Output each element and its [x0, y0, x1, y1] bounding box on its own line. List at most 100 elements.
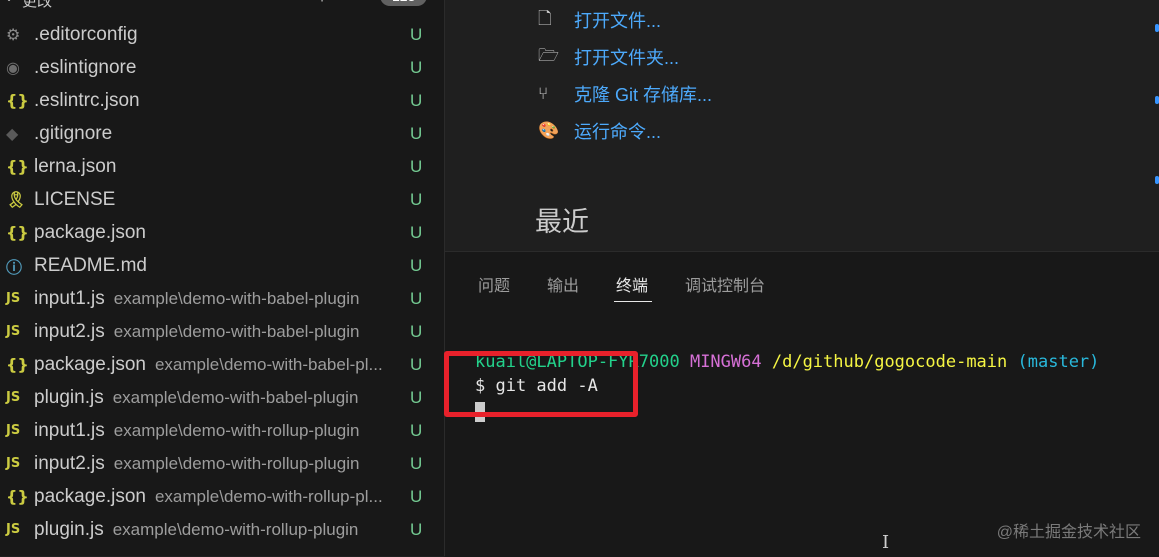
file-status-badge: U	[410, 222, 423, 242]
run-command-link[interactable]: 🎨 运行命令...	[538, 118, 661, 144]
file-row[interactable]: {} .eslintrc.json U	[0, 84, 444, 117]
tab-terminal[interactable]: 终端	[616, 272, 648, 296]
file-status-badge: U	[410, 354, 423, 374]
file-status-badge: U	[410, 189, 423, 209]
file-path: example\demo-with-babel-plugin	[113, 288, 360, 308]
highlight-annotation-box	[444, 351, 638, 417]
json-icon: {}	[6, 487, 29, 506]
terminal-system: MINGW64	[689, 352, 762, 372]
file-status-badge: U	[410, 123, 423, 143]
file-status-badge: U	[410, 519, 423, 539]
scrollbar-marker	[1155, 96, 1159, 104]
terminal-branch: (master)	[1017, 352, 1100, 372]
folder-icon: 🗁	[538, 45, 560, 66]
file-name: plugin.js	[34, 386, 104, 408]
file-row[interactable]: ◉ .eslintignore U	[0, 51, 444, 84]
file-status-badge: U	[410, 321, 423, 341]
repo-clone-icon: ⑂	[538, 84, 549, 104]
file-name: plugin.js	[34, 518, 104, 540]
recent-heading: 最近	[535, 207, 589, 237]
active-tab-indicator	[614, 301, 652, 302]
file-name: package.json	[34, 221, 146, 243]
start-item-label: 克隆 Git 存储库...	[574, 85, 713, 105]
file-status-badge: U	[410, 24, 423, 44]
file-row[interactable]: ⓘ README.md U	[0, 249, 444, 282]
file-row[interactable]: {} package.json example\demo-with-rollup-p…	[0, 480, 444, 513]
welcome-editor: 🗋 打开文件... 🗁 打开文件夹... ⑂ 克隆 Git 存储库... 🎨 运行命令... …	[445, 0, 1159, 250]
palette-icon: 🎨	[538, 121, 560, 141]
clone-repo-link[interactable]: ⑂ 克隆 Git 存储库...	[538, 81, 712, 107]
file-name: input1.js	[34, 287, 105, 309]
file-path: example\demo-with-rollup-plugin	[113, 453, 360, 473]
changes-header[interactable]: ⌄ 更改 ↶+ 123	[0, 0, 444, 12]
tab-debug-console[interactable]: 调试控制台	[685, 272, 765, 296]
js-icon: JS	[6, 324, 21, 339]
json-icon: {}	[6, 91, 29, 110]
changes-title: 更改	[22, 0, 53, 10]
scrollbar-marker	[1155, 24, 1159, 32]
file-row[interactable]: JS input2.js example\demo-with-babel-plugi…	[0, 315, 444, 348]
file-name: input1.js	[34, 419, 105, 441]
changes-count-badge: 123	[380, 0, 428, 6]
file-status-badge: U	[410, 255, 423, 275]
git-icon: ◆	[6, 124, 19, 143]
file-name: .gitignore	[34, 122, 113, 144]
file-path: example\demo-with-babel-plugin	[112, 387, 359, 407]
js-icon: JS	[6, 522, 21, 537]
file-row[interactable]: {} lerna.json U	[0, 150, 444, 183]
info-icon: ⓘ	[6, 257, 23, 277]
file-row[interactable]: {} package.json example\demo-with-babel-pl…	[0, 348, 444, 381]
json-icon: {}	[6, 223, 29, 242]
file-row[interactable]: JS plugin.js example\demo-with-babel-plugi…	[0, 381, 444, 414]
tab-problems[interactable]: 问题	[478, 272, 510, 296]
gear-icon: ⚙	[6, 25, 21, 44]
file-name: package.json	[34, 353, 146, 375]
file-row[interactable]: {} package.json U	[0, 216, 444, 249]
eslint-icon: ◉	[6, 58, 20, 77]
file-path: example\demo-with-rollup-plugin	[112, 519, 359, 539]
open-folder-link[interactable]: 🗁 打开文件夹...	[538, 44, 679, 70]
open-file-link[interactable]: 🗋 打开文件...	[538, 7, 661, 33]
file-row[interactable]: JS plugin.js example\demo-with-rollup-plug…	[0, 513, 444, 546]
file-path: example\demo-with-rollup-plugin	[113, 420, 360, 440]
json-icon: {}	[6, 355, 29, 374]
text-cursor-icon: I	[882, 532, 890, 553]
discard-all-icon[interactable]: ↶	[290, 0, 317, 7]
file-status-badge: U	[410, 57, 423, 77]
file-name: LICENSE	[34, 188, 116, 210]
file-status-badge: U	[410, 420, 423, 440]
file-path: example\demo-with-rollup-pl...	[154, 486, 383, 506]
terminal-cwd: /d/github/gogocode-main	[771, 352, 1008, 372]
bottom-panel: 问题 输出 终端 调试控制台 kuail@LAPTOP-FYR7000 MINGW64…	[444, 251, 1159, 557]
watermark: @稀土掘金技术社区	[996, 524, 1141, 541]
file-status-badge: U	[410, 90, 423, 110]
file-row[interactable]: ◆ .gitignore U	[0, 117, 444, 150]
file-row[interactable]: JS input2.js example\demo-with-rollup-plug…	[0, 447, 444, 480]
file-path: example\demo-with-babel-pl...	[154, 354, 383, 374]
stage-all-icon[interactable]: +	[317, 0, 340, 7]
file-status-badge: U	[410, 453, 423, 473]
file-name: README.md	[34, 254, 147, 276]
file-name: lerna.json	[34, 155, 117, 177]
file-row[interactable]: 🎗 LICENSE U	[0, 183, 444, 216]
file-row[interactable]: ⚙ .editorconfig U	[0, 18, 444, 51]
chevron-down-icon[interactable]: ⌄	[4, 0, 14, 4]
js-icon: JS	[6, 390, 21, 405]
file-status-badge: U	[410, 156, 423, 176]
file-name: input2.js	[34, 320, 105, 342]
header-actions: ↶+	[290, 0, 341, 8]
file-row[interactable]: JS input1.js example\demo-with-babel-plugi…	[0, 282, 444, 315]
file-status-badge: U	[410, 486, 423, 506]
file-icon: 🗋	[538, 8, 552, 29]
scrollbar-marker	[1155, 176, 1159, 184]
js-icon: JS	[6, 291, 21, 306]
file-path: example\demo-with-babel-plugin	[113, 321, 360, 341]
file-status-badge: U	[410, 288, 423, 308]
file-name: .editorconfig	[34, 23, 138, 45]
start-item-label: 打开文件...	[574, 11, 662, 31]
start-item-label: 运行命令...	[574, 122, 662, 142]
file-name: .eslintrc.json	[34, 89, 140, 111]
tab-output[interactable]: 输出	[547, 272, 579, 296]
file-name: package.json	[34, 485, 146, 507]
file-row[interactable]: JS input1.js example\demo-with-rollup-plug…	[0, 414, 444, 447]
